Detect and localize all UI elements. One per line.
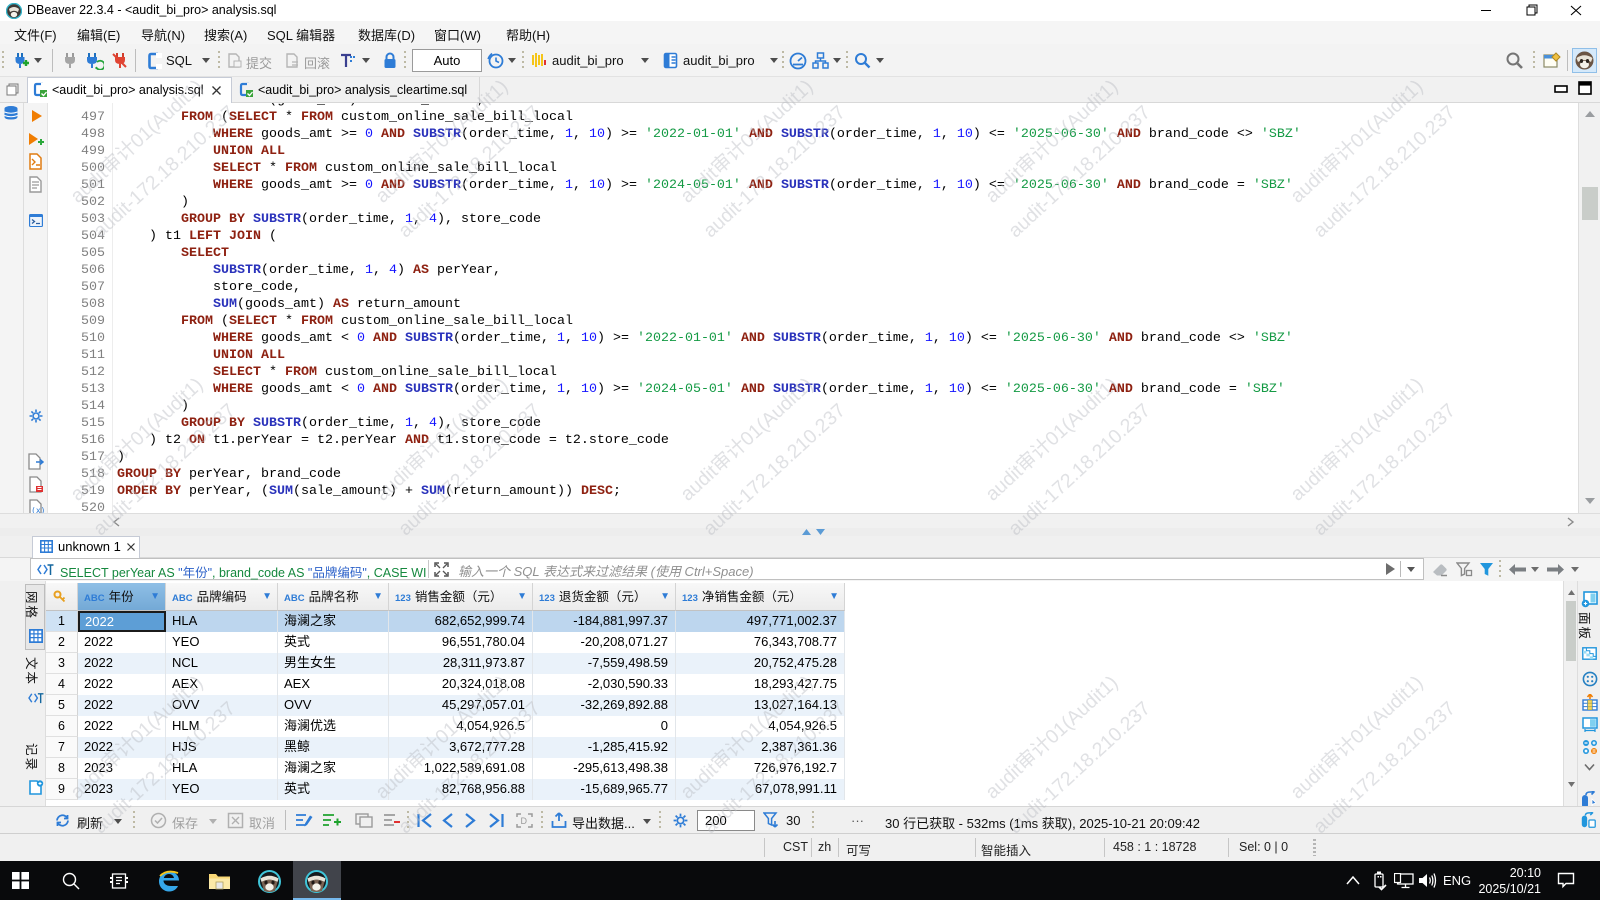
svg-text:D: D	[521, 816, 528, 826]
svg-text:(x): (x)	[31, 506, 44, 513]
